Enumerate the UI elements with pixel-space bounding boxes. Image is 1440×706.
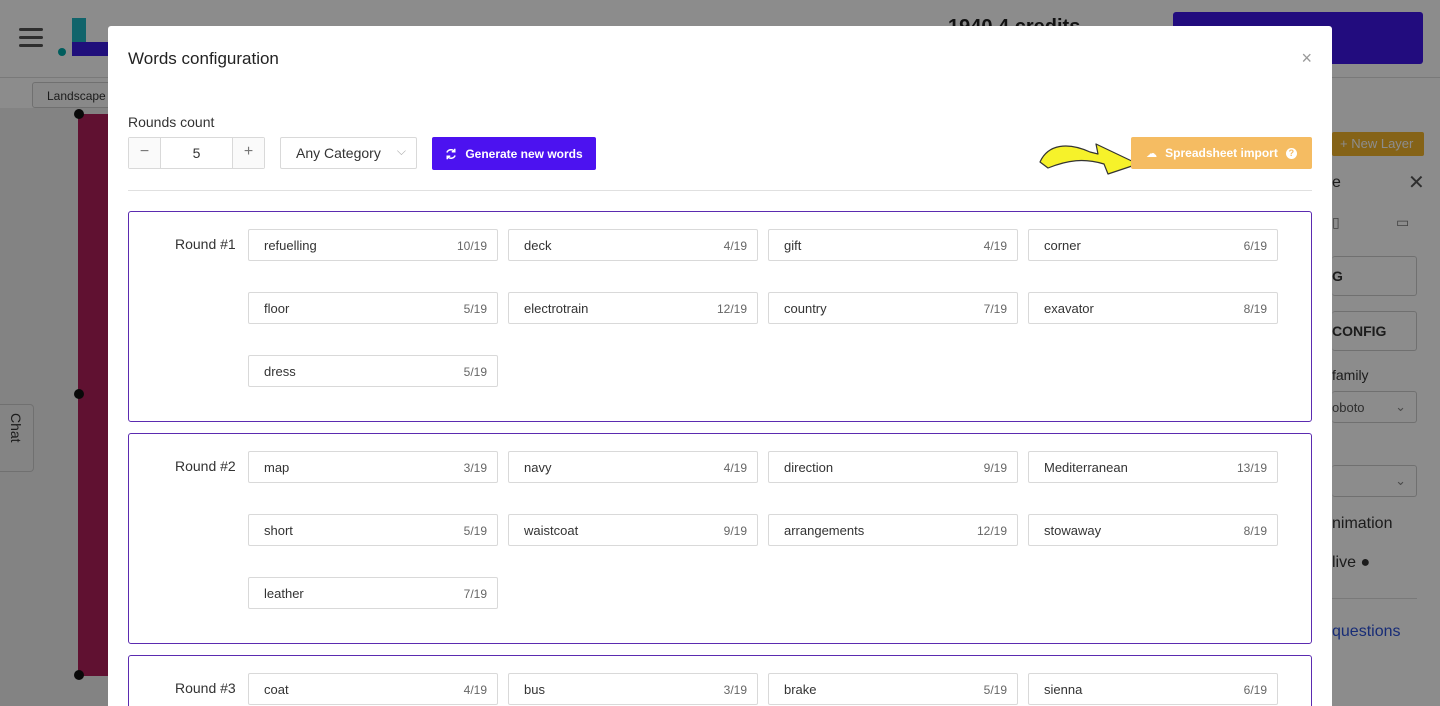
word-text: exavator (1044, 301, 1094, 316)
word-text: gift (784, 238, 802, 253)
words-configuration-modal: Words configuration × Rounds count − 5 +… (108, 26, 1332, 706)
word-count: 12/19 (716, 302, 747, 316)
word-count: 10/19 (456, 239, 487, 253)
word-text: deck (524, 238, 552, 253)
word-text: short (264, 523, 293, 538)
word-count: 7/19 (463, 587, 487, 601)
round-3: Round #3 coat 4/19 bus 3/19 brake 5/19 sienna 6/… (128, 655, 1312, 706)
increment-button[interactable]: + (232, 138, 264, 168)
word-text: stowaway (1044, 523, 1102, 538)
word-count: 6/19 (1243, 239, 1267, 253)
word-field[interactable]: Mediterranean 13/19 (1028, 451, 1278, 483)
round-label: Round #1 (175, 236, 236, 252)
word-field[interactable]: coat 4/19 (248, 673, 498, 705)
word-field[interactable]: direction 9/19 (768, 451, 1018, 483)
word-count: 5/19 (463, 365, 487, 379)
rounds-count-label: Rounds count (128, 114, 215, 130)
word-text: coat (264, 682, 289, 697)
word-text: navy (524, 460, 552, 475)
round-label: Round #2 (175, 458, 236, 474)
word-text: leather (264, 586, 304, 601)
spreadsheet-import-label: Spreadsheet import (1165, 146, 1278, 160)
word-text: Mediterranean (1044, 460, 1128, 475)
word-field[interactable]: bus 3/19 (508, 673, 758, 705)
rounds-count-input[interactable]: 5 (161, 138, 232, 168)
round-1: Round #1 refuelling 10/19 deck 4/19 gift 4/19 c… (128, 211, 1312, 422)
word-count: 4/19 (723, 239, 747, 253)
category-select[interactable]: Any Category ⌵ (280, 137, 417, 169)
word-count: 7/19 (983, 302, 1007, 316)
word-field[interactable]: deck 4/19 (508, 229, 758, 261)
chevron-down-icon: ⌵ (396, 144, 406, 158)
word-field[interactable]: dress 5/19 (248, 355, 498, 387)
word-field[interactable]: stowaway 8/19 (1028, 514, 1278, 546)
word-count: 5/19 (983, 683, 1007, 697)
word-field[interactable]: country 7/19 (768, 292, 1018, 324)
word-text: arrangements (784, 523, 865, 538)
divider (128, 190, 1312, 191)
word-field[interactable]: floor 5/19 (248, 292, 498, 324)
category-value: Any Category (296, 145, 381, 161)
word-field[interactable]: sienna 6/19 (1028, 673, 1278, 705)
word-count: 4/19 (463, 683, 487, 697)
word-field[interactable]: electrotrain 12/19 (508, 292, 758, 324)
word-count: 9/19 (723, 524, 747, 538)
help-icon[interactable]: ? (1285, 147, 1297, 159)
word-count: 8/19 (1243, 302, 1267, 316)
word-text: direction (784, 460, 834, 475)
word-field[interactable]: waistcoat 9/19 (508, 514, 758, 546)
word-text: waistcoat (524, 523, 579, 538)
word-count: 6/19 (1243, 683, 1267, 697)
word-field[interactable]: corner 6/19 (1028, 229, 1278, 261)
word-field[interactable]: leather 7/19 (248, 577, 498, 609)
decrement-button[interactable]: − (129, 138, 161, 168)
word-field[interactable]: gift 4/19 (768, 229, 1018, 261)
word-field[interactable]: map 3/19 (248, 451, 498, 483)
word-field[interactable]: refuelling 10/19 (248, 229, 498, 261)
word-text: dress (264, 364, 296, 379)
word-count: 8/19 (1243, 524, 1267, 538)
word-count: 13/19 (1236, 461, 1267, 475)
round-label: Round #3 (175, 680, 236, 696)
word-count: 9/19 (983, 461, 1007, 475)
rounds-count-stepper: − 5 + (128, 137, 265, 169)
word-field[interactable]: exavator 8/19 (1028, 292, 1278, 324)
refresh-icon (446, 148, 457, 159)
generate-words-label: Generate new words (465, 146, 583, 161)
word-text: map (264, 460, 290, 475)
word-text: refuelling (264, 238, 317, 253)
word-count: 3/19 (723, 683, 747, 697)
word-text: electrotrain (524, 301, 589, 316)
word-text: bus (524, 682, 545, 697)
word-text: country (784, 301, 827, 316)
word-count: 5/19 (463, 302, 487, 316)
word-field[interactable]: brake 5/19 (768, 673, 1018, 705)
close-icon[interactable]: × (1301, 48, 1312, 69)
generate-words-button[interactable]: Generate new words (432, 137, 596, 170)
word-count: 12/19 (976, 524, 1007, 538)
word-count: 5/19 (463, 524, 487, 538)
spreadsheet-import-button[interactable]: ☁ Spreadsheet import ? (1131, 137, 1312, 169)
modal-title: Words configuration (128, 49, 279, 68)
word-count: 3/19 (463, 461, 487, 475)
word-count: 4/19 (723, 461, 747, 475)
word-field[interactable]: navy 4/19 (508, 451, 758, 483)
word-field[interactable]: short 5/19 (248, 514, 498, 546)
word-text: sienna (1044, 682, 1083, 697)
word-count: 4/19 (983, 239, 1007, 253)
round-2: Round #2 map 3/19 navy 4/19 direction 9/19 Medi… (128, 433, 1312, 644)
word-field[interactable]: arrangements 12/19 (768, 514, 1018, 546)
word-text: brake (784, 682, 817, 697)
cloud-upload-icon: ☁ (1146, 147, 1158, 160)
word-text: corner (1044, 238, 1081, 253)
yellow-arrow-icon (1039, 143, 1139, 175)
word-text: floor (264, 301, 290, 316)
